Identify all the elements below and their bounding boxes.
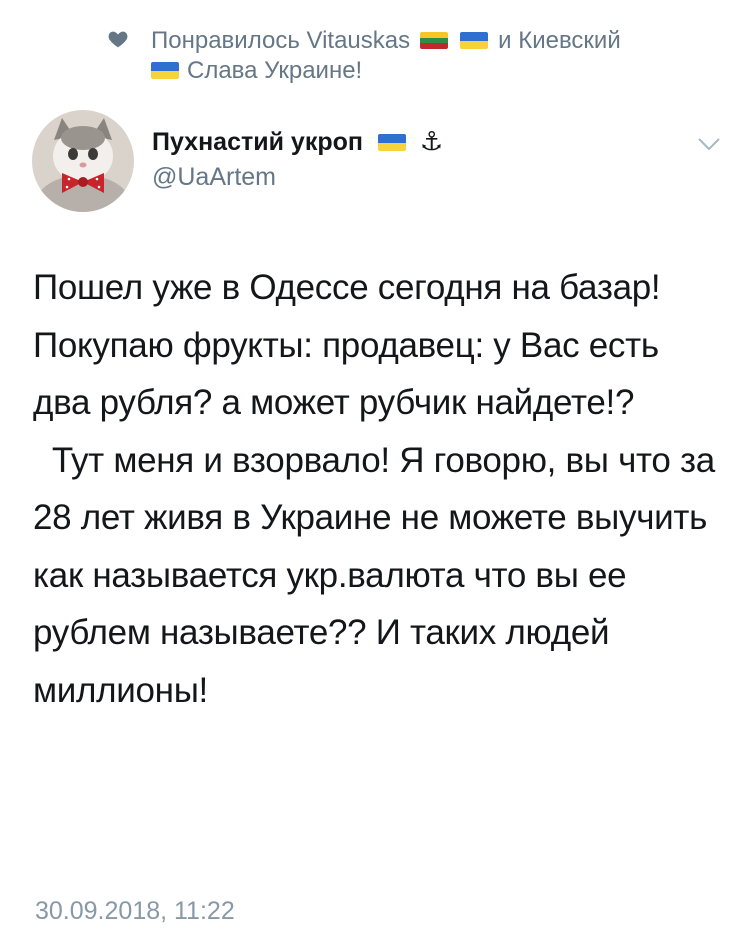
anchor-icon: ⚓ — [419, 126, 444, 156]
liked-by-line-1: Понравилось Vitauskas и Киевский — [151, 26, 621, 55]
lithuania-flag-icon — [419, 32, 448, 49]
liked-by-prefix: Понравилось Vitauskas — [151, 27, 411, 54]
ukraine-flag-icon — [460, 32, 489, 49]
avatar[interactable] — [32, 110, 134, 212]
heart-icon — [108, 31, 128, 48]
ukraine-flag-icon — [151, 62, 179, 79]
liked-by-second-name: Слава Украине! — [187, 57, 363, 84]
author-handle[interactable]: @UaArtem — [152, 163, 276, 192]
cat-avatar-icon — [32, 110, 134, 212]
chevron-down-icon[interactable] — [697, 136, 721, 152]
author-display-name[interactable]: Пухнастий укроп — [152, 128, 363, 156]
liked-by-suffix: и Киевский — [498, 27, 621, 54]
tweet-text: Пошел уже в Одессе сегодня на базар! Пок… — [33, 268, 715, 710]
liked-by-line-2: Слава Украине! — [151, 56, 362, 85]
tweet-timestamp[interactable]: 30.09.2018, 11:22 — [35, 897, 235, 926]
author-name-row[interactable]: Пухнастий укроп ⚓ — [152, 126, 443, 157]
ukraine-flag-icon — [377, 134, 406, 151]
